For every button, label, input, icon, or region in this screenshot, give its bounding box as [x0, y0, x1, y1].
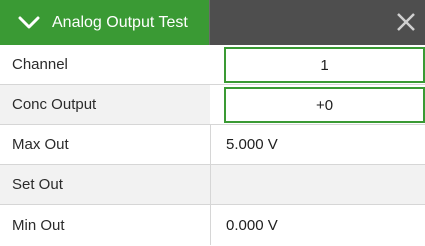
- row-conc-output: Conc Output +0: [0, 85, 425, 125]
- set-out-value: [210, 165, 425, 204]
- row-channel: Channel 1: [0, 45, 425, 85]
- max-out-value: 5.000 V: [210, 125, 425, 164]
- max-out-label: Max Out: [12, 136, 69, 153]
- title-bar: Analog Output Test: [0, 0, 425, 45]
- conc-output-label: Conc Output: [0, 85, 210, 124]
- row-set-out: Set Out: [0, 165, 425, 205]
- chevron-down-icon: [18, 16, 40, 30]
- row-max-out: Max Out 5.000 V: [0, 125, 425, 165]
- parameter-list: Channel 1 Conc Output +0 Max Out 5.000 V…: [0, 45, 425, 245]
- channel-label: Channel: [12, 56, 68, 73]
- channel-value: 1: [320, 56, 329, 74]
- conc-output-value: +0: [315, 96, 334, 114]
- analog-output-test-panel: Analog Output Test Channel 1 Conc Output…: [0, 0, 425, 246]
- row-min-out: Min Out 0.000 V: [0, 205, 425, 245]
- close-icon[interactable]: [395, 11, 417, 33]
- panel-title: Analog Output Test: [52, 13, 188, 31]
- conc-output-input[interactable]: +0: [224, 87, 425, 123]
- min-out-value: 0.000 V: [210, 205, 425, 245]
- channel-input[interactable]: 1: [224, 47, 425, 83]
- min-out-label: Min Out: [12, 216, 65, 234]
- set-out-label: Set Out: [0, 165, 210, 204]
- collapse-toggle[interactable]: Analog Output Test: [0, 0, 209, 45]
- title-bar-empty: [209, 0, 425, 45]
